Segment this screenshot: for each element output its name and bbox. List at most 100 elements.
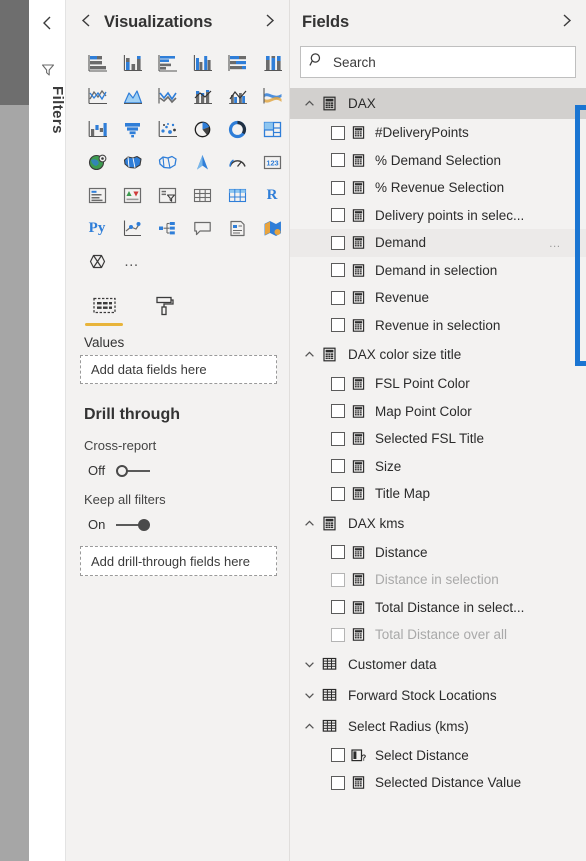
- fields-well-icon[interactable]: [84, 289, 124, 326]
- chevron-right-icon[interactable]: [558, 13, 574, 31]
- gauge-icon[interactable]: [220, 147, 254, 178]
- field-checkbox[interactable]: [331, 572, 345, 587]
- chevron-up-icon[interactable]: [300, 98, 318, 109]
- map-icon[interactable]: [80, 147, 114, 178]
- scatter-chart-icon[interactable]: [150, 114, 184, 145]
- field-checkbox[interactable]: [331, 431, 345, 446]
- field-checkbox[interactable]: [331, 627, 345, 642]
- chevron-down-icon[interactable]: [300, 690, 318, 701]
- 100-percent-stacked-column-chart-icon[interactable]: [255, 48, 289, 79]
- field-item[interactable]: Delivery points in selec...: [290, 202, 586, 230]
- field-checkbox[interactable]: [331, 545, 345, 560]
- waterfall-chart-icon[interactable]: [80, 114, 114, 145]
- chevron-left-icon[interactable]: [78, 13, 94, 31]
- arcgis-map-icon[interactable]: [185, 147, 219, 178]
- stacked-area-chart-icon[interactable]: [150, 81, 184, 112]
- stacked-column-chart-icon[interactable]: [115, 48, 149, 79]
- field-item[interactable]: Title Map: [290, 480, 586, 508]
- filters-pane-collapsed[interactable]: Filters: [29, 0, 66, 861]
- field-item[interactable]: Total Distance in select...: [290, 594, 586, 622]
- field-item[interactable]: FSL Point Color: [290, 370, 586, 398]
- 100-percent-stacked-bar-chart-icon[interactable]: [220, 48, 254, 79]
- chevron-right-icon[interactable]: [261, 13, 277, 31]
- get-more-visuals-icon[interactable]: [80, 246, 114, 277]
- field-checkbox[interactable]: [331, 748, 345, 763]
- line-and-stacked-column-chart-icon[interactable]: [185, 81, 219, 112]
- more-options-icon[interactable]: …: [115, 246, 149, 277]
- field-item[interactable]: Map Point Color: [290, 398, 586, 426]
- clustered-bar-chart-icon[interactable]: [150, 48, 184, 79]
- slicer-icon[interactable]: [150, 180, 184, 211]
- field-item[interactable]: Demand in selection: [290, 257, 586, 285]
- drill-through-dropzone[interactable]: Add drill-through fields here: [80, 546, 277, 576]
- chevron-up-icon[interactable]: [300, 349, 318, 360]
- field-checkbox[interactable]: [331, 263, 345, 278]
- format-paint-roller-icon[interactable]: [144, 289, 184, 323]
- field-more-options-icon[interactable]: …: [549, 237, 562, 249]
- field-checkbox[interactable]: [331, 600, 345, 615]
- funnel-chart-icon[interactable]: [115, 114, 149, 145]
- ribbon-chart-icon[interactable]: [255, 81, 289, 112]
- chevron-down-icon[interactable]: [300, 659, 318, 670]
- field-well-tabs[interactable]: [66, 279, 289, 326]
- field-item[interactable]: Distance in selection: [290, 566, 586, 594]
- field-checkbox[interactable]: [331, 459, 345, 474]
- qna-icon[interactable]: [185, 213, 219, 244]
- r-script-visual-icon[interactable]: R: [255, 180, 289, 211]
- filled-map-icon[interactable]: [115, 147, 149, 178]
- smart-narrative-icon[interactable]: [220, 213, 254, 244]
- card-icon[interactable]: 123: [255, 147, 289, 178]
- field-checkbox[interactable]: [331, 208, 345, 223]
- field-checkbox[interactable]: [331, 318, 345, 333]
- toggle-switch-off[interactable]: [116, 464, 150, 478]
- field-item[interactable]: Selected FSL Title: [290, 425, 586, 453]
- shape-map-icon[interactable]: [150, 147, 184, 178]
- field-item[interactable]: % Demand Selection: [290, 147, 586, 175]
- field-item[interactable]: Size: [290, 453, 586, 481]
- search-input[interactable]: Search: [300, 46, 576, 78]
- field-group-header[interactable]: Customer data: [290, 649, 586, 680]
- field-checkbox[interactable]: [331, 180, 345, 195]
- field-checkbox[interactable]: [331, 290, 345, 305]
- key-influencers-icon[interactable]: [115, 213, 149, 244]
- multi-row-card-icon[interactable]: [80, 180, 114, 211]
- kpi-icon[interactable]: [115, 180, 149, 211]
- field-group-header[interactable]: Forward Stock Locations: [290, 680, 586, 711]
- chevron-left-icon[interactable]: [29, 8, 66, 38]
- chevron-up-icon[interactable]: [300, 721, 318, 732]
- python-visual-icon[interactable]: Py: [80, 213, 114, 244]
- field-item[interactable]: Revenue: [290, 284, 586, 312]
- cross-report-toggle[interactable]: Off: [66, 453, 289, 478]
- decomposition-tree-icon[interactable]: [150, 213, 184, 244]
- field-item[interactable]: ? Select Distance: [290, 742, 586, 770]
- field-item[interactable]: Selected Distance Value: [290, 769, 586, 797]
- field-group-header[interactable]: DAX kms: [290, 508, 586, 539]
- keep-all-filters-toggle[interactable]: On: [66, 507, 289, 532]
- field-checkbox[interactable]: [331, 775, 345, 790]
- field-item[interactable]: Total Distance over all: [290, 621, 586, 649]
- field-checkbox[interactable]: [331, 125, 345, 140]
- field-checkbox[interactable]: [331, 486, 345, 501]
- field-group-header[interactable]: Select Radius (kms): [290, 711, 586, 742]
- paginated-report-icon[interactable]: [255, 213, 289, 244]
- field-group-header[interactable]: DAX color size title: [290, 339, 586, 370]
- pie-chart-icon[interactable]: [185, 114, 219, 145]
- fields-tree[interactable]: DAX #DeliveryPoints % Demand Selection % Re…: [290, 88, 586, 839]
- values-dropzone[interactable]: Add data fields here: [80, 355, 277, 384]
- field-checkbox[interactable]: [331, 376, 345, 391]
- matrix-icon[interactable]: [220, 180, 254, 211]
- stacked-bar-chart-icon[interactable]: [80, 48, 114, 79]
- donut-chart-icon[interactable]: [220, 114, 254, 145]
- chevron-up-icon[interactable]: [300, 518, 318, 529]
- table-icon[interactable]: [185, 180, 219, 211]
- line-chart-icon[interactable]: [80, 81, 114, 112]
- clustered-column-chart-icon[interactable]: [185, 48, 219, 79]
- area-chart-icon[interactable]: [115, 81, 149, 112]
- filter-funnel-icon[interactable]: [29, 58, 66, 80]
- field-item[interactable]: Distance: [290, 539, 586, 567]
- treemap-icon[interactable]: [255, 114, 289, 145]
- field-item[interactable]: Revenue in selection: [290, 312, 586, 340]
- field-item[interactable]: Demand…: [290, 229, 586, 257]
- toggle-switch-on[interactable]: [116, 518, 150, 532]
- field-group-header[interactable]: DAX: [290, 88, 586, 119]
